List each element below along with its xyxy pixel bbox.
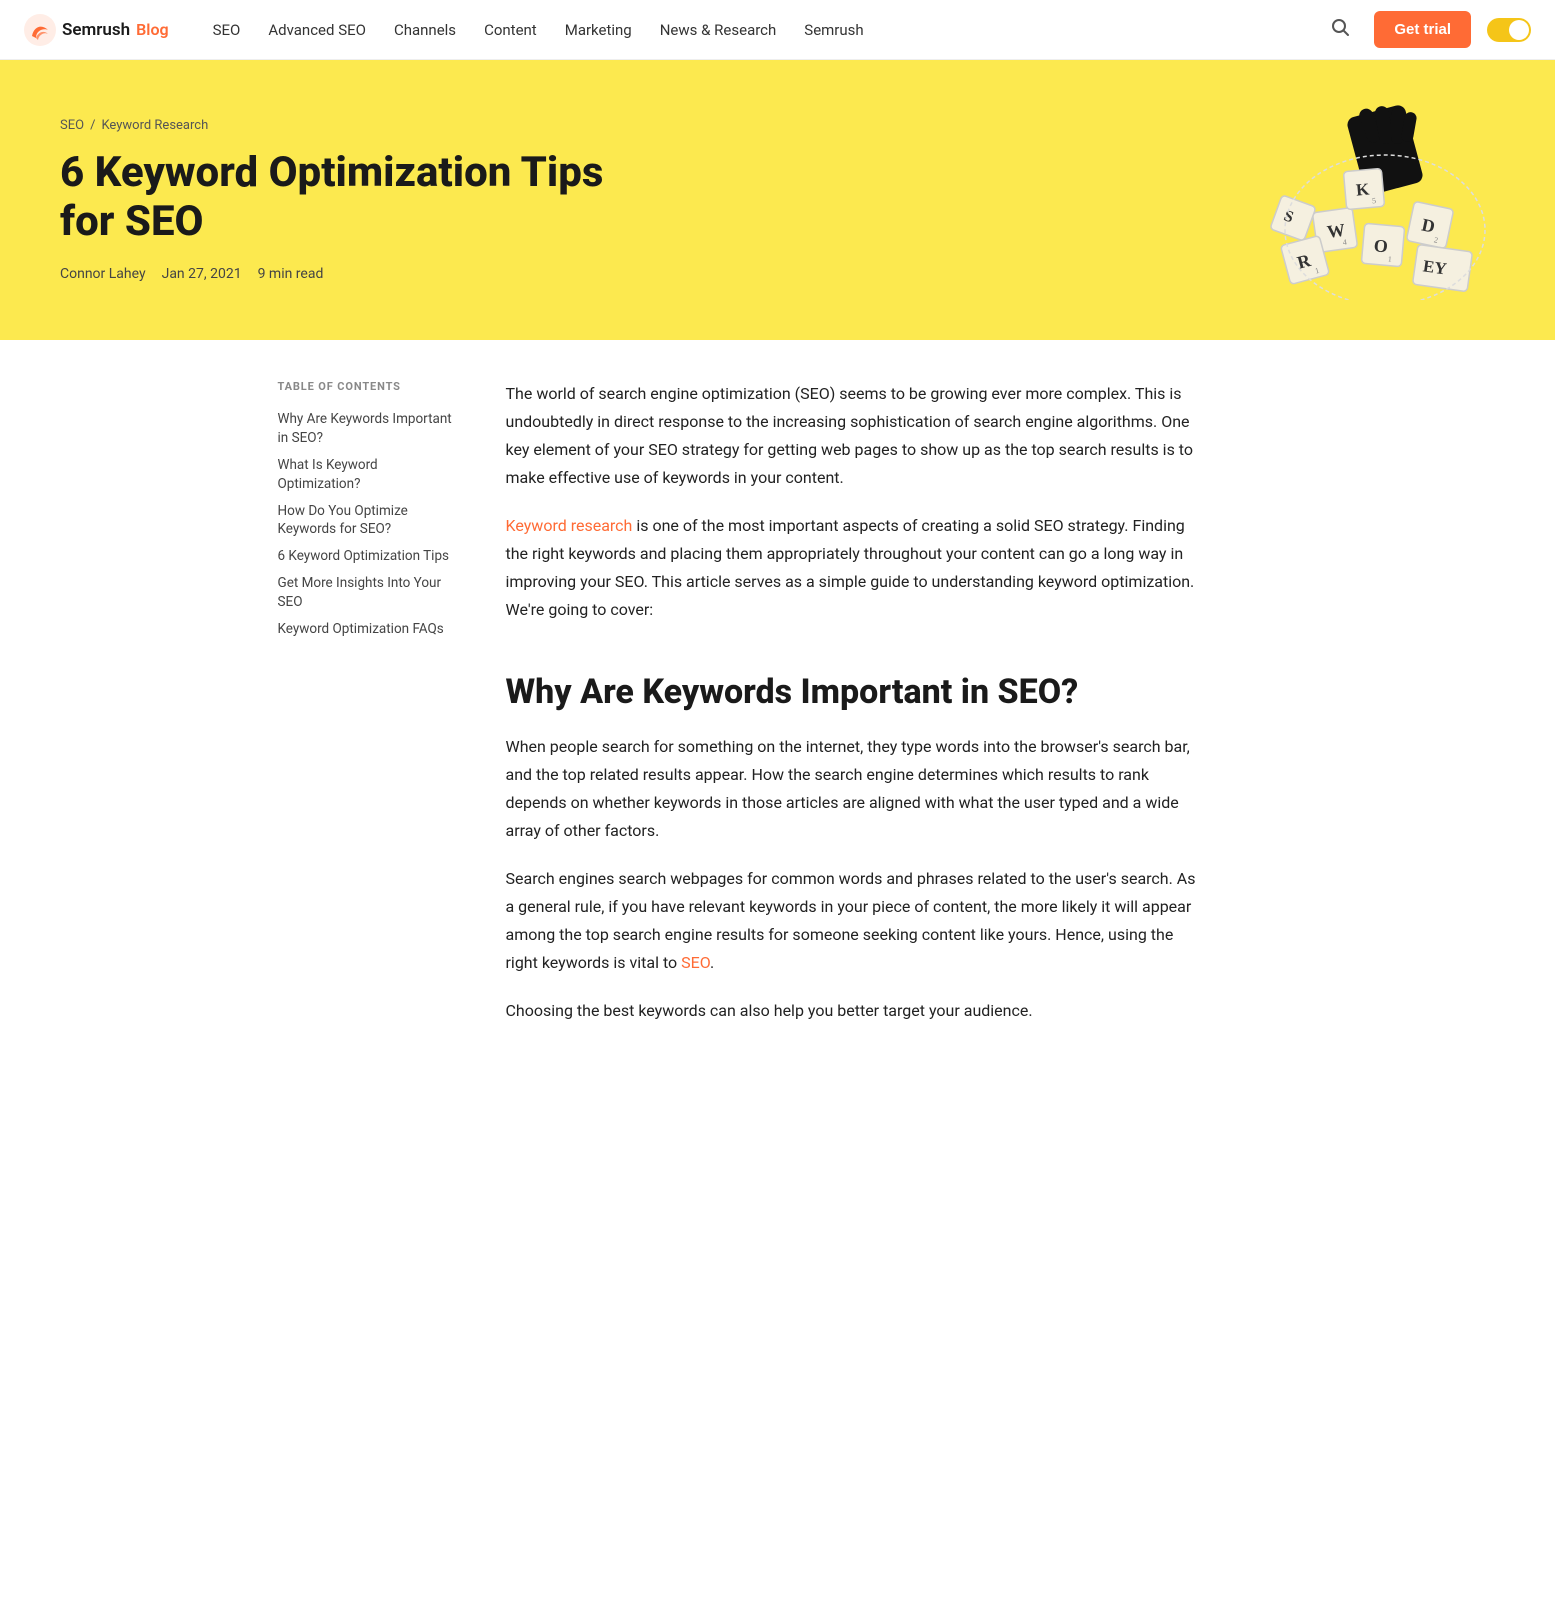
intro-paragraph-2: Keyword research is one of the most impo… [506, 512, 1206, 624]
logo-link[interactable]: Semrush Blog [24, 14, 169, 46]
get-trial-button[interactable]: Get trial [1374, 11, 1471, 48]
why-paragraph-1: When people search for something on the … [506, 733, 1206, 845]
nav-seo[interactable]: SEO [201, 13, 253, 47]
nav-right: Get trial [1322, 11, 1531, 48]
svg-text:5: 5 [1372, 196, 1377, 205]
breadcrumb-seo[interactable]: SEO [60, 118, 84, 133]
hero-content: SEO / Keyword Research 6 Keyword Optimiz… [60, 118, 640, 282]
nav-semrush[interactable]: Semrush [792, 13, 875, 47]
publish-date: Jan 27, 2021 [162, 266, 242, 282]
toc-item-get-insights: Get More Insights Into Your SEO [278, 571, 458, 615]
toc-link-why-keywords[interactable]: Why Are Keywords Important in SEO? [278, 407, 458, 451]
breadcrumb: SEO / Keyword Research [60, 118, 640, 133]
toggle-knob [1509, 20, 1529, 40]
nav-advanced-seo[interactable]: Advanced SEO [256, 13, 378, 47]
toc-heading: TABLE OF CONTENTS [278, 380, 458, 393]
nav-content[interactable]: Content [472, 13, 549, 47]
why-paragraph-2: Search engines search webpages for commo… [506, 865, 1206, 977]
hero-banner: SEO / Keyword Research 6 Keyword Optimiz… [0, 60, 1555, 340]
article-title: 6 Keyword Optimization Tips for SEO [60, 149, 640, 246]
svg-text:EY: EY [1422, 256, 1448, 278]
navbar: Semrush Blog SEO Advanced SEO Channels C… [0, 0, 1555, 60]
intro-paragraph-1: The world of search engine optimization … [506, 380, 1206, 492]
nav-marketing[interactable]: Marketing [553, 13, 644, 47]
toc-item-why-keywords: Why Are Keywords Important in SEO? [278, 407, 458, 451]
svg-text:K: K [1355, 180, 1371, 200]
hero-illustration: W 4 O 1 R 1 D 2 K 5 EY S [1255, 100, 1495, 300]
why-p2-text: Search engines search webpages for commo… [506, 869, 1196, 972]
seo-link[interactable]: SEO [681, 953, 710, 972]
author-name: Connor Lahey [60, 266, 146, 282]
toc-item-faqs: Keyword Optimization FAQs [278, 617, 458, 642]
toc-link-get-insights[interactable]: Get More Insights Into Your SEO [278, 571, 458, 615]
section-heading-why: Why Are Keywords Important in SEO? [506, 672, 1206, 713]
breadcrumb-separator: / [90, 118, 95, 133]
theme-toggle[interactable] [1487, 18, 1531, 42]
read-time: 9 min read [258, 266, 324, 282]
search-icon [1330, 17, 1350, 37]
keyword-research-link[interactable]: Keyword research [506, 516, 633, 535]
breadcrumb-keyword-research[interactable]: Keyword Research [101, 118, 208, 133]
main-layout: TABLE OF CONTENTS Why Are Keywords Impor… [238, 380, 1318, 1045]
why-paragraph-3: Choosing the best keywords can also help… [506, 997, 1206, 1025]
toc-list: Why Are Keywords Important in SEO? What … [278, 407, 458, 642]
toc-link-how-optimize[interactable]: How Do You Optimize Keywords for SEO? [278, 499, 458, 543]
why-p2-suffix: . [710, 953, 714, 972]
toc-item-what-is: What Is Keyword Optimization? [278, 453, 458, 497]
hero-meta: Connor Lahey Jan 27, 2021 9 min read [60, 266, 640, 282]
nav-links: SEO Advanced SEO Channels Content Market… [201, 13, 1323, 47]
nav-channels[interactable]: Channels [382, 13, 468, 47]
toc-link-6-tips[interactable]: 6 Keyword Optimization Tips [278, 544, 458, 569]
logo-blog-text: Blog [136, 20, 168, 39]
toc-item-how-optimize: How Do You Optimize Keywords for SEO? [278, 499, 458, 543]
toc-link-faqs[interactable]: Keyword Optimization FAQs [278, 617, 458, 642]
toc-item-6-tips: 6 Keyword Optimization Tips [278, 544, 458, 569]
svg-text:O: O [1373, 235, 1389, 256]
toc-link-what-is[interactable]: What Is Keyword Optimization? [278, 453, 458, 497]
logo-brand-text: Semrush [62, 20, 130, 40]
scrabble-illustration: W 4 O 1 R 1 D 2 K 5 EY S [1255, 100, 1495, 300]
table-of-contents: TABLE OF CONTENTS Why Are Keywords Impor… [278, 380, 458, 1045]
svg-text:1: 1 [1387, 254, 1392, 263]
nav-news-research[interactable]: News & Research [648, 13, 789, 47]
semrush-logo-icon [24, 14, 56, 46]
article-body: The world of search engine optimization … [506, 380, 1206, 1045]
search-button[interactable] [1322, 13, 1358, 46]
